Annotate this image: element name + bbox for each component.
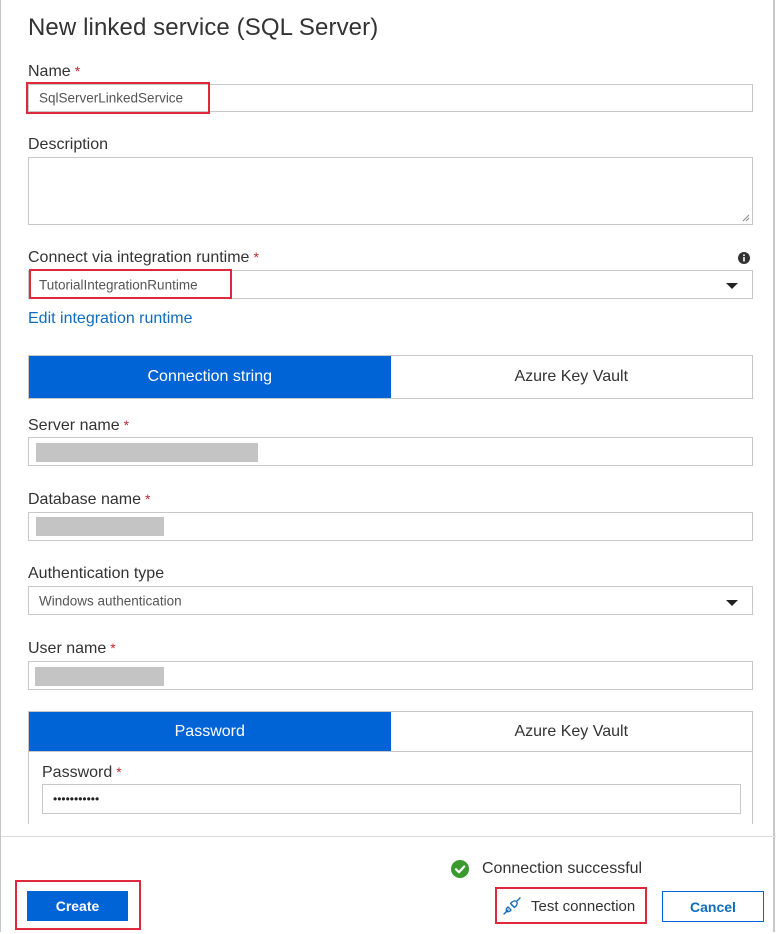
highlight-box bbox=[29, 269, 232, 299]
integration-runtime-label: Connect via integration runtime * bbox=[28, 249, 259, 267]
server-name-input[interactable] bbox=[28, 437, 753, 466]
password-input[interactable]: ••••••••••• bbox=[42, 784, 741, 814]
user-name-label: User name * bbox=[28, 640, 116, 658]
database-name-label-text: Database name bbox=[28, 491, 141, 508]
integration-runtime-label-text: Connect via integration runtime bbox=[28, 249, 250, 266]
tab-password[interactable]: Password bbox=[29, 712, 391, 751]
tab-connection-string[interactable]: Connection string bbox=[29, 356, 391, 398]
password-section-border-left bbox=[28, 752, 29, 824]
chevron-down-icon bbox=[726, 283, 738, 289]
password-input-value: ••••••••••• bbox=[53, 792, 100, 806]
redacted-value bbox=[36, 517, 164, 536]
required-mark: * bbox=[110, 640, 116, 656]
highlight-box bbox=[495, 887, 647, 924]
auth-type-value: Windows authentication bbox=[39, 593, 182, 608]
password-label-text: Password bbox=[42, 764, 113, 781]
database-name-label: Database name * bbox=[28, 491, 150, 509]
edit-integration-runtime-link[interactable]: Edit integration runtime bbox=[28, 310, 193, 328]
required-mark: * bbox=[116, 764, 122, 780]
connection-status-text: Connection successful bbox=[482, 860, 643, 877]
required-mark: * bbox=[123, 417, 130, 433]
user-name-label-text: User name bbox=[28, 640, 107, 657]
redacted-value bbox=[35, 667, 164, 686]
required-mark: * bbox=[144, 491, 151, 507]
name-label: Name * bbox=[28, 63, 80, 81]
description-textarea[interactable] bbox=[28, 157, 753, 225]
cancel-button[interactable]: Cancel bbox=[662, 891, 764, 922]
highlight-box bbox=[26, 82, 210, 114]
password-section-border-right bbox=[752, 752, 753, 824]
linked-service-panel: New linked service (SQL Server) Name * Sq… bbox=[0, 0, 776, 932]
required-mark: * bbox=[74, 63, 81, 79]
description-label: Description bbox=[28, 136, 109, 153]
resize-handle-icon[interactable] bbox=[742, 214, 750, 222]
server-name-label-text: Server name bbox=[28, 417, 120, 434]
redacted-value bbox=[36, 443, 258, 462]
password-label: Password * bbox=[42, 764, 122, 782]
check-circle-icon bbox=[451, 860, 469, 878]
required-mark: * bbox=[253, 249, 259, 265]
footer-divider bbox=[1, 836, 776, 837]
connection-tabs: Connection string Azure Key Vault bbox=[28, 355, 753, 399]
auth-type-label: Authentication type bbox=[28, 565, 165, 582]
chevron-down-icon bbox=[726, 600, 738, 606]
dialog-title: New linked service (SQL Server) bbox=[28, 14, 379, 41]
auth-type-select[interactable]: Windows authentication bbox=[28, 586, 753, 615]
tab-azure-key-vault[interactable]: Azure Key Vault bbox=[390, 356, 752, 398]
highlight-box bbox=[15, 880, 141, 930]
database-name-input[interactable] bbox=[28, 512, 753, 541]
user-name-input[interactable] bbox=[28, 661, 753, 690]
password-tabs: Password Azure Key Vault bbox=[28, 711, 753, 752]
name-label-text: Name bbox=[28, 63, 71, 80]
server-name-label: Server name * bbox=[28, 417, 129, 435]
tab-password-azure-key-vault[interactable]: Azure Key Vault bbox=[390, 712, 752, 751]
info-icon[interactable] bbox=[738, 252, 750, 264]
